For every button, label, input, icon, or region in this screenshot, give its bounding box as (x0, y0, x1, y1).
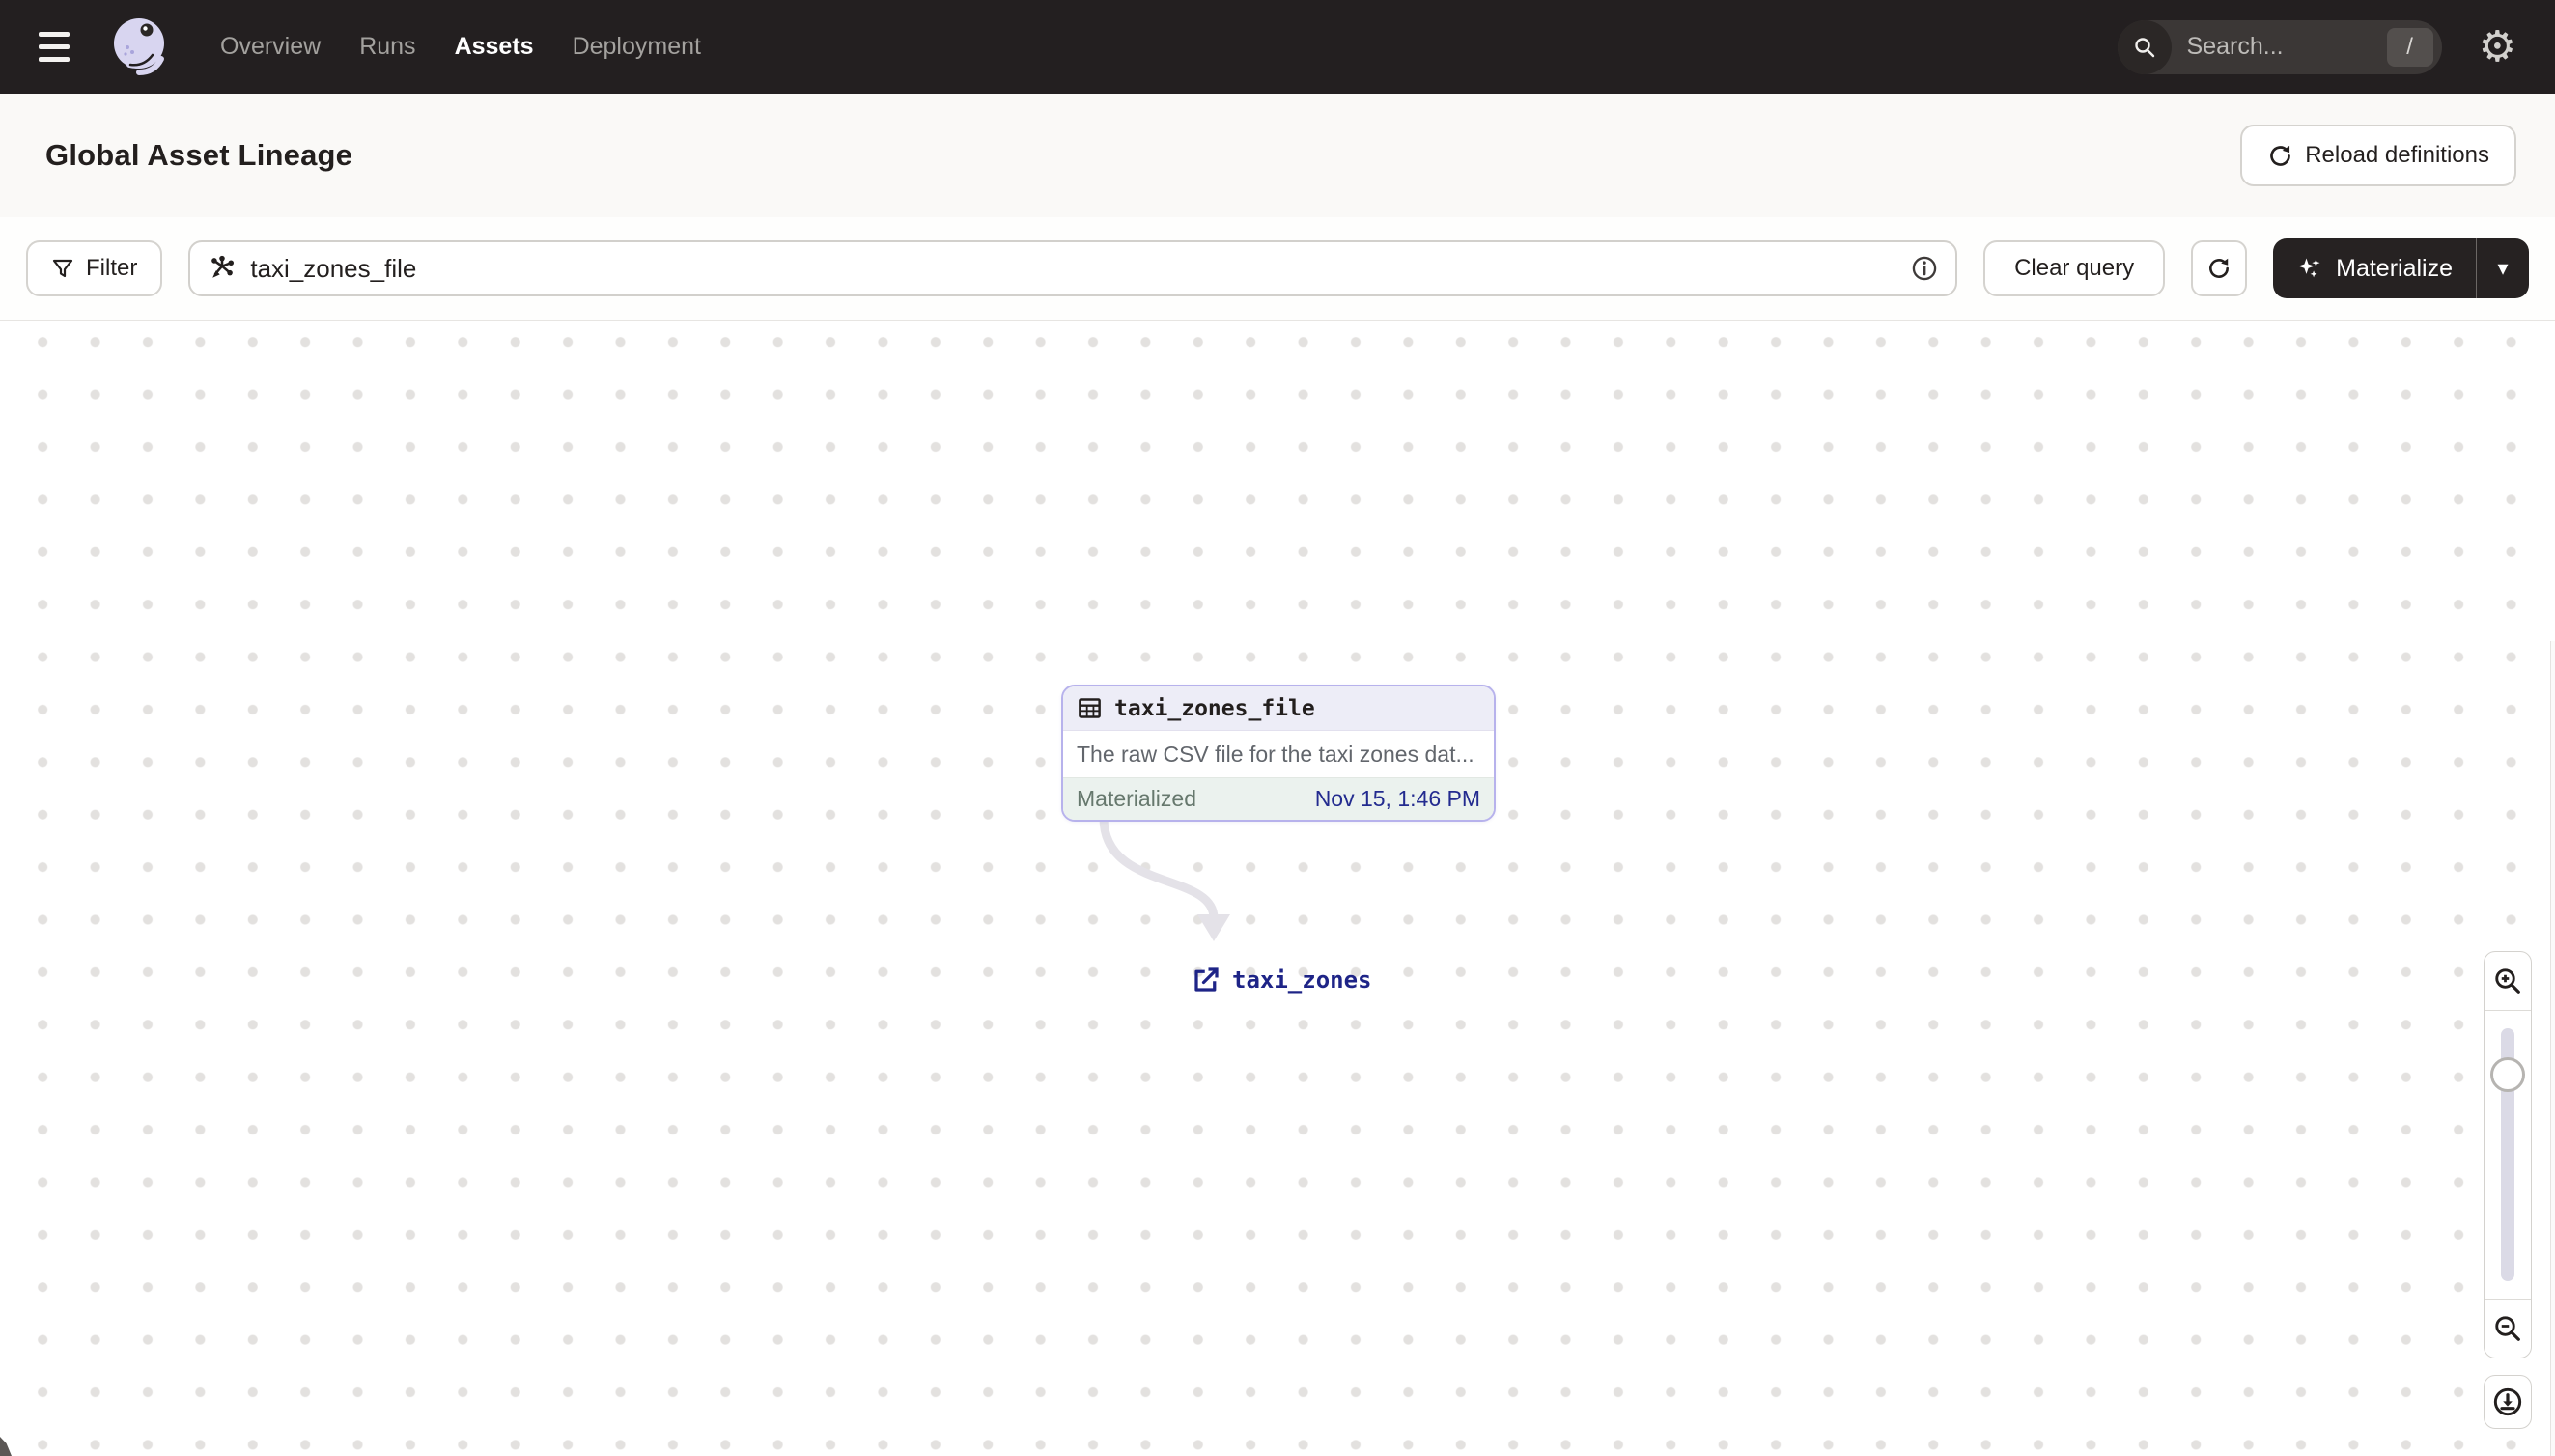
asset-node-header: taxi_zones_file (1063, 686, 1494, 731)
lineage-toolbar: Filter taxi_zones_file Clear query Mater… (0, 217, 2555, 321)
gear-icon[interactable]: ⚙ (2479, 25, 2516, 69)
zoom-out-button[interactable] (2485, 1300, 2531, 1358)
lineage-edge (1099, 817, 1230, 941)
asset-query-input[interactable] (250, 253, 1898, 284)
canvas-corner-artifact (0, 1437, 12, 1456)
asset-node-title: taxi_zones_file (1114, 695, 1315, 721)
materialize-split-button: Materialize ▾ (2273, 238, 2529, 298)
nav-item-deployment[interactable]: Deployment (573, 33, 701, 61)
asset-node-description: The raw CSV file for the taxi zones dat.… (1063, 731, 1494, 777)
materialize-dropdown-button[interactable]: ▾ (2477, 238, 2529, 298)
filter-button[interactable]: Filter (26, 240, 163, 296)
zoom-out-icon (2495, 1316, 2520, 1341)
nav-item-runs[interactable]: Runs (359, 33, 415, 61)
scrollbar-track[interactable] (2550, 641, 2555, 1456)
nav-right-cluster: Search... / ⚙ (2117, 19, 2516, 74)
lineage-canvas[interactable]: taxi_zones_file The raw CSV file for the… (0, 321, 2555, 1456)
hamburger-menu-icon[interactable] (39, 26, 81, 69)
status-badge: Materialized (1077, 786, 1196, 811)
asset-graph-icon (211, 255, 235, 278)
dagster-app: Overview Runs Assets Deployment Search..… (0, 0, 2555, 1456)
materialize-label: Materialize (2336, 254, 2453, 282)
clear-query-label: Clear query (2014, 255, 2135, 281)
info-icon[interactable] (1911, 255, 1938, 282)
table-icon (1079, 698, 1101, 718)
global-search-input[interactable]: Search... / (2117, 19, 2442, 74)
asset-node-status-bar: Materialized Nov 15, 1:46 PM (1063, 777, 1494, 820)
search-icon (2117, 19, 2172, 74)
search-placeholder: Search... (2186, 33, 2284, 60)
zoom-in-icon (2495, 968, 2520, 994)
materialization-timestamp[interactable]: Nov 15, 1:46 PM (1315, 786, 1480, 812)
reload-definitions-button[interactable]: Reload definitions (2240, 125, 2516, 186)
primary-nav: Overview Runs Assets Deployment (220, 33, 701, 61)
reload-definitions-label: Reload definitions (2305, 142, 2489, 168)
filter-label: Filter (86, 255, 138, 281)
refresh-icon (2209, 258, 2230, 278)
nav-item-assets[interactable]: Assets (455, 33, 534, 61)
funnel-icon (52, 259, 73, 278)
page-title: Global Asset Lineage (45, 138, 353, 172)
search-shortcut-badge: / (2386, 27, 2433, 67)
page-header: Global Asset Lineage Reload definitions (0, 94, 2555, 217)
asset-node-taxi-zones-file[interactable]: taxi_zones_file The raw CSV file for the… (1061, 685, 1496, 822)
asset-query-field (188, 240, 1958, 296)
external-link-icon (1194, 967, 1219, 992)
materialize-button[interactable]: Materialize (2273, 238, 2476, 298)
downstream-asset-link[interactable]: taxi_zones (1192, 966, 1372, 994)
caret-down-icon: ▾ (2497, 256, 2509, 281)
download-icon (2493, 1387, 2522, 1416)
clear-query-button[interactable]: Clear query (1983, 240, 2166, 296)
refresh-icon (2270, 145, 2291, 166)
zoom-in-button[interactable] (2485, 952, 2531, 1010)
zoom-slider[interactable] (2485, 1010, 2531, 1300)
nav-item-overview[interactable]: Overview (220, 33, 321, 61)
sparkles-icon (2298, 258, 2320, 278)
download-image-button[interactable] (2484, 1375, 2532, 1429)
dagster-logo-icon[interactable] (110, 16, 172, 78)
refresh-graph-button[interactable] (2191, 240, 2248, 296)
top-nav: Overview Runs Assets Deployment Search..… (0, 0, 2555, 94)
zoom-slider-handle[interactable] (2490, 1057, 2525, 1092)
zoom-control-panel (2484, 951, 2532, 1358)
downstream-asset-label: taxi_zones (1232, 966, 1372, 994)
